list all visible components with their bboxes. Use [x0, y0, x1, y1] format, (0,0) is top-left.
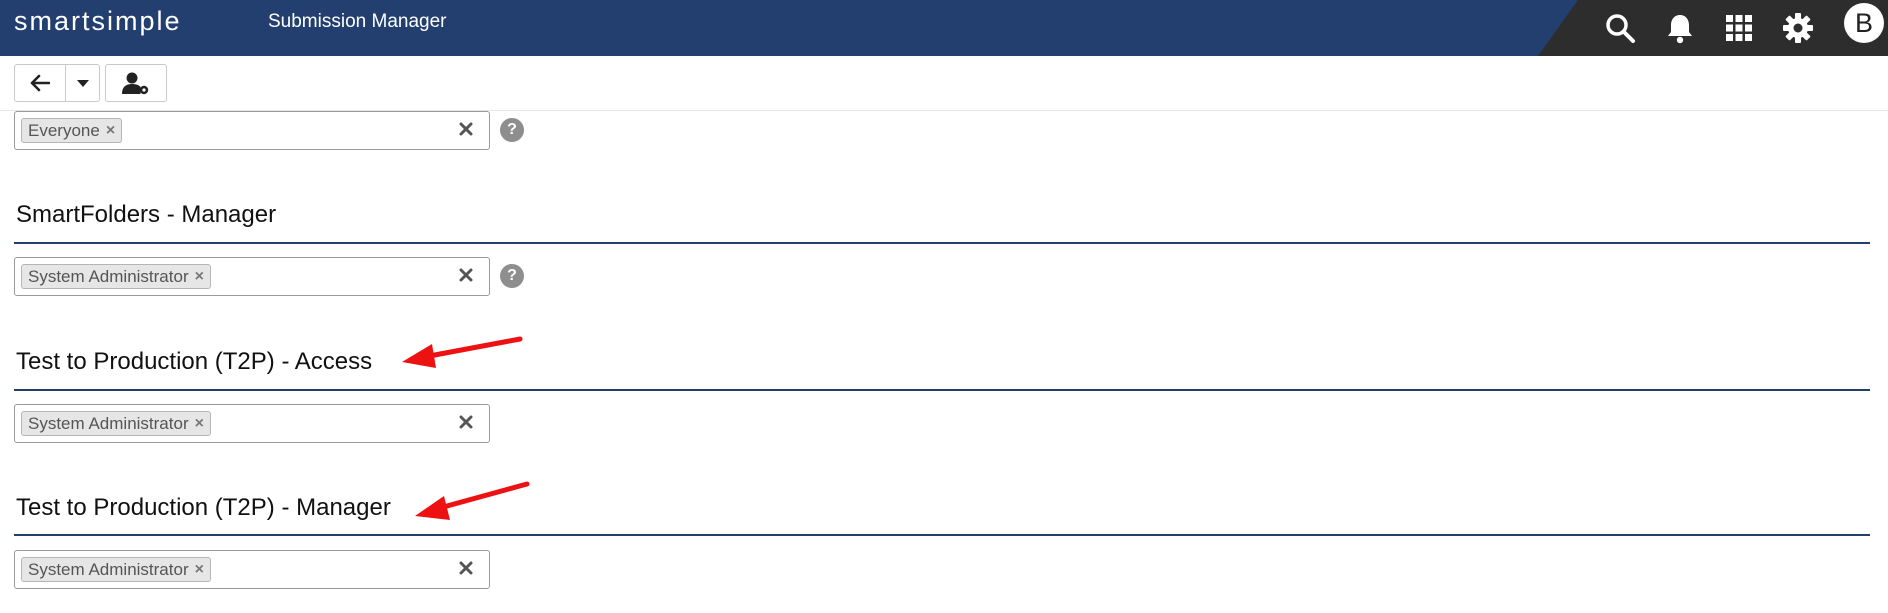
remove-tag-icon[interactable]: ×	[195, 558, 204, 581]
selected-tag: System Administrator ×	[21, 411, 211, 436]
top-navigation-bar: smartsimple Submission Manager B	[0, 0, 1888, 56]
clear-selection-icon[interactable]	[455, 264, 477, 286]
tag-label: System Administrator	[28, 267, 189, 286]
section-heading-t2p-access: Test to Production (T2P) - Access	[16, 348, 373, 375]
bell-icon[interactable]	[1658, 6, 1702, 50]
navigation-button-group	[14, 64, 100, 102]
section-heading-smartfolders-manager: SmartFolders - Manager	[16, 201, 277, 228]
gear-icon[interactable]	[1776, 6, 1820, 50]
role-select-smartfolders-manager[interactable]: System Administrator ×	[14, 257, 490, 296]
selected-tag: System Administrator ×	[21, 264, 211, 289]
apps-grid-icon[interactable]	[1717, 6, 1761, 50]
section-heading-t2p-manager: Test to Production (T2P) - Manager	[16, 494, 391, 521]
user-settings-icon	[122, 72, 149, 95]
app-logo[interactable]: smartsimple	[14, 6, 182, 37]
section-divider	[14, 534, 1870, 536]
caret-down-icon	[76, 79, 89, 87]
clear-selection-icon[interactable]	[455, 411, 477, 433]
section-divider	[14, 242, 1870, 244]
role-select-t2p-manager[interactable]: System Administrator ×	[14, 550, 490, 589]
back-arrow-icon	[30, 74, 50, 92]
section-divider	[14, 389, 1870, 391]
tag-label: Everyone	[28, 121, 100, 140]
remove-tag-icon[interactable]: ×	[195, 265, 204, 288]
red-arrow	[402, 336, 523, 368]
red-arrow	[415, 481, 530, 520]
clear-selection-icon[interactable]	[455, 118, 477, 140]
help-icon[interactable]: ?	[500, 118, 524, 142]
remove-tag-icon[interactable]: ×	[195, 412, 204, 435]
top-bar-utility-area	[1538, 0, 1888, 56]
remove-tag-icon[interactable]: ×	[106, 119, 115, 142]
user-avatar[interactable]: B	[1844, 3, 1884, 43]
help-icon[interactable]: ?	[500, 264, 524, 288]
role-select-everyone[interactable]: Everyone ×	[14, 111, 490, 150]
user-settings-button[interactable]	[105, 64, 167, 102]
history-dropdown-button[interactable]	[65, 65, 99, 101]
tag-label: System Administrator	[28, 560, 189, 579]
search-icon[interactable]	[1598, 6, 1642, 50]
back-button[interactable]	[15, 65, 65, 101]
tag-label: System Administrator	[28, 414, 189, 433]
selected-tag: Everyone ×	[21, 118, 123, 143]
page-title: Submission Manager	[268, 11, 447, 32]
selected-tag: System Administrator ×	[21, 557, 211, 582]
role-select-t2p-access[interactable]: System Administrator ×	[14, 404, 490, 443]
action-toolbar	[0, 56, 1888, 111]
clear-selection-icon[interactable]	[455, 557, 477, 579]
